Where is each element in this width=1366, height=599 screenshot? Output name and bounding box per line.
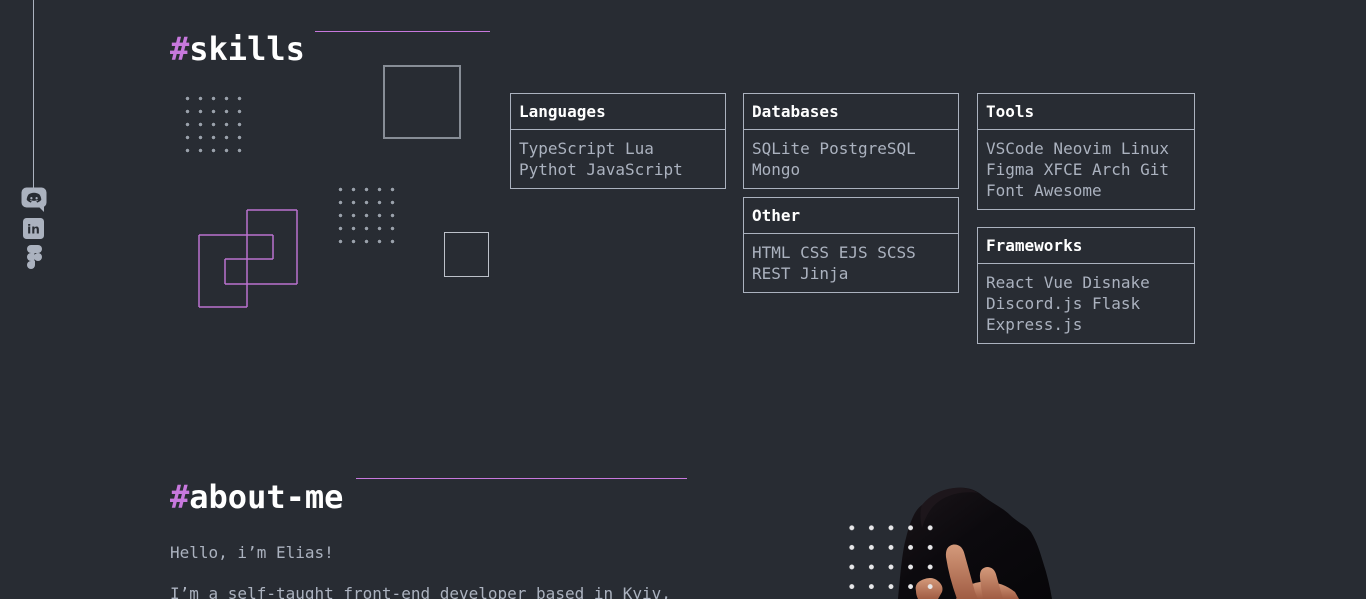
interlocked-squares-decoration <box>194 204 306 316</box>
about-paragraph: I’m a self-taught front-end developer ba… <box>170 581 694 599</box>
dots-grid-decoration <box>181 92 246 157</box>
linkedin-icon[interactable]: in <box>23 218 44 243</box>
skill-box-items: SQLite PostgreSQL Mongo <box>744 130 958 188</box>
skills-title-hash: # <box>170 30 189 68</box>
skills-title-text: skills <box>189 30 305 68</box>
skill-box-title: Tools <box>978 94 1194 130</box>
skill-box-title: Other <box>744 198 958 234</box>
about-greeting: Hello, i’m Elias! <box>170 540 334 565</box>
about-title-hash: # <box>170 478 189 516</box>
skill-box-tools: Tools VSCode Neovim Linux Figma XFCE Arc… <box>977 93 1195 210</box>
skill-box-items: React Vue Disnake Discord.js Flask Expre… <box>978 264 1194 343</box>
skill-box-other: Other HTML CSS EJS SCSS REST Jinja <box>743 197 959 293</box>
about-heading-line <box>356 478 687 479</box>
skill-box-title: Databases <box>744 94 958 130</box>
skill-box-title: Languages <box>511 94 725 130</box>
portfolio-page: in #skills Langua <box>0 0 1366 599</box>
about-section-title: #about-me <box>170 478 343 516</box>
dots-grid-decoration <box>842 518 940 599</box>
discord-icon[interactable] <box>21 187 47 216</box>
dots-grid-decoration <box>334 183 399 248</box>
skill-box-frameworks: Frameworks React Vue Disnake Discord.js … <box>977 227 1195 344</box>
square-outline-decoration <box>444 232 489 277</box>
skills-section-title: #skills <box>170 30 305 68</box>
skills-heading-line <box>315 31 490 32</box>
skill-box-databases: Databases SQLite PostgreSQL Mongo <box>743 93 959 189</box>
square-outline-decoration <box>383 65 461 139</box>
figma-icon[interactable] <box>26 245 42 273</box>
skill-box-languages: Languages TypeScript Lua Pythot JavaScri… <box>510 93 726 189</box>
skill-box-title: Frameworks <box>978 228 1194 264</box>
skill-box-items: HTML CSS EJS SCSS REST Jinja <box>744 234 958 292</box>
skill-box-items: TypeScript Lua Pythot JavaScript <box>511 130 725 188</box>
svg-text:in: in <box>27 223 40 237</box>
left-rail-line <box>33 0 34 188</box>
about-title-text: about-me <box>189 478 343 516</box>
skill-box-items: VSCode Neovim Linux Figma XFCE Arch Git … <box>978 130 1194 209</box>
